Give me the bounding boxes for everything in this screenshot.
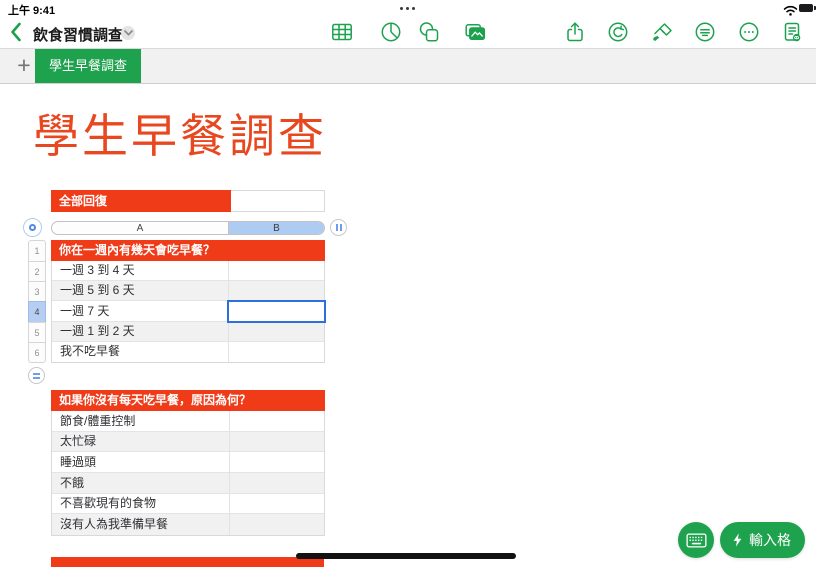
table-row[interactable]: 我不吃早餐	[52, 342, 324, 362]
home-indicator[interactable]	[296, 553, 516, 559]
table-row[interactable]: 睡過頭	[52, 452, 324, 473]
table-icon	[331, 21, 353, 43]
column-divider	[229, 411, 230, 535]
row-number[interactable]: 2	[28, 261, 46, 282]
more-icon	[738, 21, 760, 43]
row-number[interactable]: 1	[28, 240, 46, 262]
shapes-icon	[418, 21, 441, 43]
table-select-handle[interactable]	[23, 218, 42, 237]
keyboard-button[interactable]	[678, 522, 714, 558]
insert-shape-button[interactable]	[418, 21, 440, 43]
table-row[interactable]: 太忙碌	[52, 432, 324, 452]
summary-table-value-cell[interactable]	[231, 190, 325, 212]
survey-table-header-cell[interactable]: 你在一週內有幾天會吃早餐？	[51, 240, 325, 261]
table-handle-icon	[29, 224, 36, 231]
next-table-header-partial[interactable]	[51, 557, 324, 567]
pie-chart-icon	[380, 21, 402, 43]
row-number[interactable]: 6	[28, 342, 46, 363]
row-number[interactable]: 3	[28, 281, 46, 302]
column-header-bar: A B	[51, 221, 325, 235]
column-header-b-selected[interactable]: B	[229, 222, 324, 234]
row-number-selected[interactable]: 4	[28, 301, 46, 323]
reasons-table-header-cell[interactable]: 如果你沒有每天吃早餐，原因為何？	[51, 390, 325, 411]
toolbar: 飲食習慣調查	[0, 17, 816, 48]
add-sheet-button[interactable]: +	[10, 49, 38, 83]
table-row[interactable]: 一週 3 到 4 天	[52, 261, 324, 281]
share-icon	[564, 21, 586, 43]
table-row[interactable]: 一週 1 到 2 天	[52, 322, 324, 342]
cell-input-button[interactable]: 輸入格	[720, 522, 805, 558]
battery-icon	[799, 4, 813, 12]
chevron-down-icon	[124, 30, 133, 36]
lightning-bolt-icon	[732, 532, 743, 548]
row-number[interactable]: 5	[28, 322, 46, 343]
document-view-icon	[781, 21, 803, 43]
insert-chart-button[interactable]	[380, 21, 402, 43]
insert-media-button[interactable]	[464, 21, 486, 43]
status-bar: 上午 9:41	[0, 0, 816, 17]
sheet-tab-bar: + 學生早餐調查	[0, 48, 816, 84]
undo-icon	[607, 21, 629, 43]
add-row-handle[interactable]	[28, 367, 45, 384]
numbers-app-window: 上午 9:41 飲食習慣調查	[0, 0, 816, 567]
sheet-tab-active[interactable]: 學生早餐調查	[35, 49, 141, 83]
share-button[interactable]	[564, 21, 586, 43]
row-number-column: 1 2 3 4 5 6	[28, 240, 46, 363]
undo-button[interactable]	[607, 21, 629, 43]
clock: 上午 9:41	[8, 2, 55, 18]
table-row[interactable]: 節食/體重控制	[52, 411, 324, 432]
format-brush-icon	[650, 21, 675, 44]
insert-table-button[interactable]	[331, 21, 353, 43]
multitasking-indicator-icon	[400, 7, 415, 10]
selected-cell[interactable]	[227, 300, 326, 323]
table-row[interactable]: 不喜歡現有的食物	[52, 494, 324, 514]
table-row[interactable]: 沒有人為我準備早餐	[52, 514, 324, 535]
column-resize-handle[interactable]	[330, 219, 347, 236]
back-button[interactable]	[9, 22, 23, 42]
sheet-title[interactable]: 學生早餐調查	[33, 110, 327, 162]
document-title[interactable]: 飲食習慣調查	[33, 24, 123, 45]
media-icon	[464, 21, 487, 43]
more-button[interactable]	[738, 21, 760, 43]
column-header-a[interactable]: A	[52, 222, 229, 234]
summary-table-header-cell[interactable]: 全部回復	[51, 190, 231, 212]
cell-input-button-label: 輸入格	[749, 530, 791, 550]
title-menu-button[interactable]	[121, 26, 135, 40]
table-row[interactable]: 不餓	[52, 473, 324, 494]
format-button[interactable]	[650, 21, 672, 43]
keyboard-icon	[686, 533, 707, 548]
comments-button[interactable]	[694, 21, 716, 43]
comments-icon	[694, 21, 716, 43]
table-row[interactable]: 一週 5 到 6 天	[52, 281, 324, 301]
view-options-button[interactable]	[781, 21, 803, 43]
reasons-table: 如果你沒有每天吃早餐，原因為何？ 節食/體重控制 太忙碌 睡過頭 不餓 不喜歡現…	[51, 390, 325, 536]
